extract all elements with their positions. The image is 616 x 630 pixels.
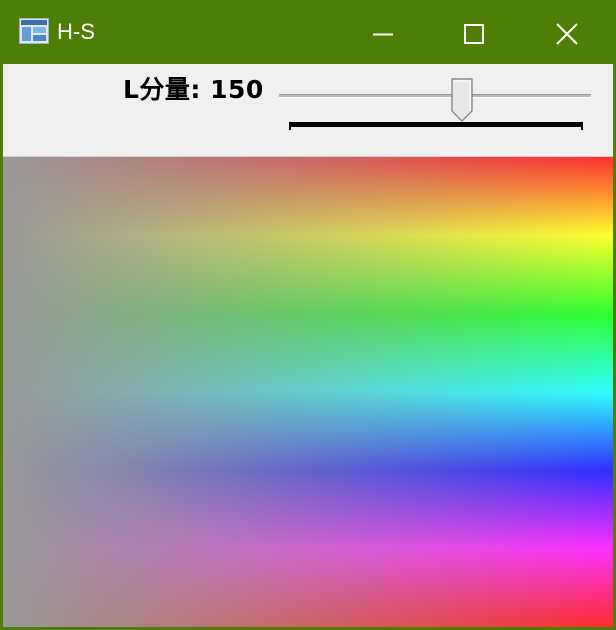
close-icon bbox=[556, 23, 578, 45]
trackbar-label: L分量: 150 bbox=[123, 75, 264, 104]
close-button[interactable] bbox=[519, 3, 613, 64]
trackbar-panel: L分量: 150 bbox=[3, 64, 613, 156]
slider-tick-bar bbox=[289, 122, 583, 130]
opencv-window-icon bbox=[19, 18, 49, 44]
window-title: H-S bbox=[57, 19, 95, 44]
slider-thumb[interactable] bbox=[451, 78, 474, 122]
hue-saturation-map bbox=[3, 157, 613, 627]
maximize-icon bbox=[464, 24, 484, 44]
l-component-slider[interactable] bbox=[279, 74, 595, 134]
title-bar[interactable]: H-S bbox=[3, 3, 613, 64]
slider-groove[interactable] bbox=[279, 94, 591, 98]
minimize-button[interactable] bbox=[335, 3, 425, 64]
minimize-icon bbox=[373, 33, 393, 36]
maximize-button[interactable] bbox=[425, 3, 515, 64]
app-window: H-S L分量: 150 bbox=[0, 0, 616, 630]
